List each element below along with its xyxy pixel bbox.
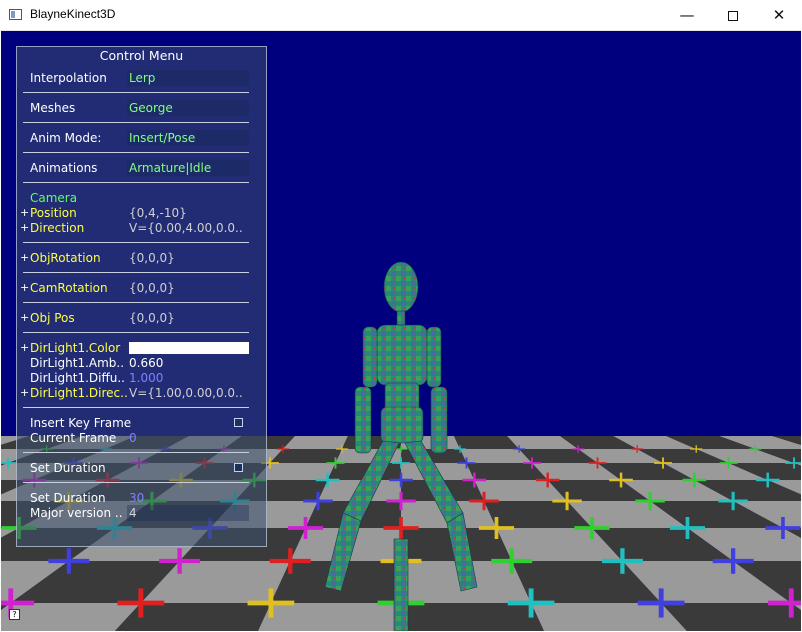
separator [23,242,249,243]
cam-rotation-row[interactable]: + CamRotation {0,0,0} [17,281,266,296]
expand-icon[interactable]: + [20,206,29,219]
set-duration-row[interactable]: Set Duration 30 [17,491,266,506]
mannequin-part [354,386,372,454]
separator [23,182,249,183]
dirlight-ambient-value: 0.660 [129,356,164,370]
obj-pos-value: {0,0,0} [129,311,175,325]
camera-label: Camera [30,191,78,205]
expand-icon[interactable]: + [20,251,29,264]
expand-icon[interactable]: + [20,311,29,324]
mannequin-part [380,406,424,444]
title-bar: BlayneKinect3D — ✕ [0,0,802,31]
minimize-button[interactable]: — [664,0,710,31]
obj-rotation-row[interactable]: + ObjRotation {0,0,0} [17,251,266,266]
color-swatch[interactable] [129,342,249,354]
set-duration-label: Set Duration [30,491,106,505]
direction-row[interactable]: + Direction V={0.00,4.00,0.0.. [17,221,266,236]
separator [23,92,249,93]
mannequin-part [430,386,448,454]
mannequin-part [426,326,442,388]
direction-label: Direction [30,221,85,235]
mannequin-part [362,326,378,388]
animations-row[interactable]: Animations Armature|Idle [17,160,266,176]
cam-rotation-value: {0,0,0} [129,281,175,295]
major-version-label: Major version .. [30,506,123,520]
dirlight-ambient-row[interactable]: DirLight1.Amb.. 0.660 [17,356,266,371]
separator [23,152,249,153]
current-frame-value: 0 [129,431,137,445]
anim-mode-row[interactable]: Anim Mode: Insert/Pose [17,130,266,146]
major-version-row[interactable]: Major version .. 4 [17,505,266,521]
major-version-value-box[interactable] [127,505,249,521]
major-version-value: 4 [129,506,137,520]
dirlight-diffuse-row[interactable]: DirLight1.Diffu.. 1.000 [17,371,266,386]
app-icon [9,9,22,20]
separator [23,272,249,273]
separator [23,122,249,123]
position-value: {0,4,-10} [129,206,187,220]
anim-mode-value: Insert/Pose [129,131,196,145]
maximize-button[interactable] [710,0,756,31]
close-icon: ✕ [772,6,786,24]
window-title: BlayneKinect3D [30,7,116,21]
help-icon[interactable]: ? [9,609,20,620]
set-duration-toggle-row[interactable]: Set Duration [17,461,266,476]
dirlight-color-label: DirLight1.Color [30,341,121,355]
obj-pos-label: Obj Pos [30,311,75,325]
expand-icon[interactable]: + [20,386,29,399]
animations-value: Armature|Idle [129,161,212,175]
control-menu-panel: Control Menu Interpolation Lerp Meshes G… [16,46,267,547]
separator [23,452,249,453]
dirlight-direction-row[interactable]: + DirLight1.Direc.. V={1.00,0.00,0.0.. [17,386,266,401]
separator [23,302,249,303]
obj-rotation-label: ObjRotation [30,251,101,265]
maximize-icon [728,10,738,21]
interpolation-row[interactable]: Interpolation Lerp [17,70,266,86]
mannequin-part [396,310,406,326]
insert-key-frame-label: Insert Key Frame [30,416,132,430]
minimize-icon: — [679,6,695,24]
set-duration-value: 30 [129,491,145,505]
expand-icon[interactable]: + [20,221,29,234]
separator [23,482,249,483]
animations-label: Animations [30,161,98,175]
set-duration-checkbox[interactable] [234,463,243,472]
obj-pos-row[interactable]: + Obj Pos {0,0,0} [17,311,266,326]
dirlight-diffuse-value: 1.000 [129,371,164,385]
current-frame-label: Current Frame [30,431,117,445]
meshes-value: George [129,101,173,115]
dirlight-direction-label: DirLight1.Direc.. [30,386,128,400]
set-duration-toggle-label: Set Duration [30,461,106,475]
separator [23,332,249,333]
panel-title: Control Menu [99,48,184,63]
separator [23,407,249,408]
camera-group-header: Camera [17,191,266,206]
cam-rotation-label: CamRotation [30,281,108,295]
insert-key-frame-checkbox[interactable] [234,418,243,427]
obj-rotation-value: {0,0,0} [129,251,175,265]
position-row[interactable]: + Position {0,4,-10} [17,206,266,221]
mannequin-part [393,538,409,631]
mannequin-part [383,261,419,313]
direction-value: V={0.00,4.00,0.0.. [129,221,243,235]
meshes-label: Meshes [30,101,76,115]
expand-icon[interactable]: + [20,341,29,354]
dirlight-color-row[interactable]: + DirLight1.Color [17,341,266,356]
mannequin-part [376,324,428,386]
dirlight-diffuse-label: DirLight1.Diffu.. [30,371,125,385]
dirlight-direction-value: V={1.00,0.00,0.0.. [129,386,243,400]
interpolation-value: Lerp [129,71,156,85]
interpolation-label: Interpolation [30,71,107,85]
dirlight-ambient-label: DirLight1.Amb.. [30,356,125,370]
position-label: Position [30,206,77,220]
insert-key-frame-row[interactable]: Insert Key Frame [17,416,266,431]
current-frame-row[interactable]: Current Frame 0 [17,431,266,446]
close-button[interactable]: ✕ [756,0,802,31]
expand-icon[interactable]: + [20,281,29,294]
anim-mode-label: Anim Mode: [30,131,102,145]
meshes-row[interactable]: Meshes George [17,100,266,116]
